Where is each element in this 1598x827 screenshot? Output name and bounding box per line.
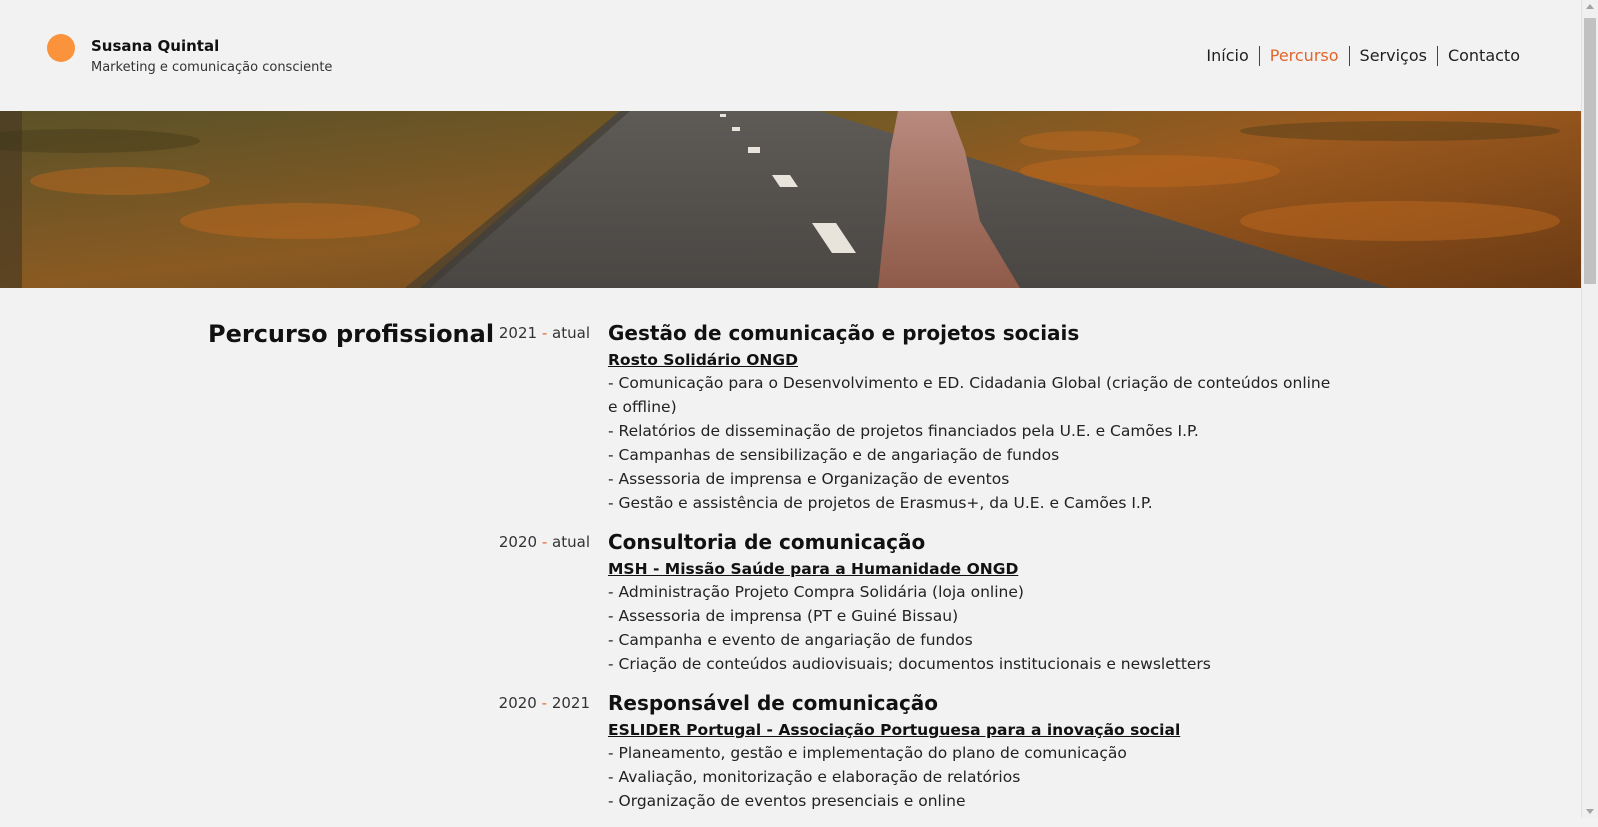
timeline-entry: 2021 - atual Gestão de comunicação e pro… [480, 320, 1340, 515]
duty-item: - Planeamento, gestão e implementação do… [608, 744, 1127, 762]
career-timeline: 2021 - atual Gestão de comunicação e pro… [480, 320, 1340, 827]
entry-period: 2021 - atual [480, 320, 608, 515]
duty-item: - Organização de eventos presenciais e o… [608, 792, 966, 810]
period-dash: - [541, 533, 553, 551]
entry-period: 2020 - 2021 [480, 690, 608, 813]
section-title: Percurso profissional [208, 320, 495, 348]
duty-item: - Gestão e assistência de projetos de Er… [608, 494, 1153, 512]
duty-list: - Planeamento, gestão e implementação do… [608, 741, 1340, 813]
nav-item-percurso[interactable]: Percurso [1260, 46, 1349, 66]
duty-list: - Administração Projeto Compra Solidária… [608, 580, 1340, 676]
period-dash: - [541, 324, 553, 342]
duty-item: - Relatórios de disseminação de projetos… [608, 422, 1199, 440]
organization-link[interactable]: ESLIDER Portugal - Associação Portuguesa… [608, 719, 1180, 741]
entry-body: Gestão de comunicação e projetos sociais… [608, 320, 1340, 515]
brand-tagline: Marketing e comunicação consciente [91, 60, 333, 75]
main-nav: Início Percurso Serviços Contacto [1196, 46, 1520, 66]
timeline-entry: 2020 - 2021 Responsável de comunicação E… [480, 690, 1340, 813]
duty-item: - Criação de conteúdos audiovisuais; doc… [608, 655, 1211, 673]
duty-list: - Comunicação para o Desenvolvimento e E… [608, 371, 1340, 515]
organization-link[interactable]: Rosto Solidário ONGD [608, 349, 798, 371]
hero-banner-image [0, 111, 1582, 288]
job-title: Consultoria de comunicação [608, 530, 926, 554]
period-start: 2020 [498, 694, 537, 712]
site-header: Susana Quintal Marketing e comunicação c… [0, 0, 1582, 112]
scroll-down-arrow-icon[interactable] [1586, 809, 1594, 814]
period-dash: - [541, 694, 552, 712]
road-landscape-image [0, 111, 1582, 288]
duty-item: - Assessoria de imprensa (PT e Guiné Bis… [608, 607, 959, 625]
duty-item: - Campanhas de sensibilização e de angar… [608, 446, 1060, 464]
duty-item: - Avaliação, monitorização e elaboração … [608, 768, 1021, 786]
scroll-up-arrow-icon[interactable] [1586, 4, 1594, 9]
job-title: Gestão de comunicação e projetos sociais [608, 321, 1080, 345]
scrollbar-thumb[interactable] [1584, 18, 1596, 284]
nav-item-servicos[interactable]: Serviços [1350, 46, 1437, 66]
timeline-entry: 2020 - atual Consultoria de comunicação … [480, 529, 1340, 676]
entry-period: 2020 - atual [480, 529, 608, 676]
duty-item: - Comunicação para o Desenvolvimento e E… [608, 374, 1331, 416]
period-start: 2021 [498, 324, 538, 342]
period-end: 2021 [551, 694, 590, 712]
duty-item: - Campanha e evento de angariação de fun… [608, 631, 973, 649]
logo-circle-icon[interactable] [47, 34, 75, 62]
duty-item: - Assessoria de imprensa e Organização d… [608, 470, 1010, 488]
nav-item-inicio[interactable]: Início [1196, 46, 1258, 66]
entry-body: Responsável de comunicação ESLIDER Portu… [608, 690, 1340, 813]
period-start: 2020 [498, 533, 538, 551]
vertical-scrollbar[interactable] [1581, 0, 1598, 818]
job-title: Responsável de comunicação [608, 691, 939, 715]
nav-item-contacto[interactable]: Contacto [1438, 46, 1520, 66]
period-end: atual [552, 324, 590, 342]
organization-link[interactable]: MSH - Missão Saúde para a Humanidade ONG… [608, 558, 1018, 580]
entry-body: Consultoria de comunicação MSH - Missão … [608, 529, 1340, 676]
period-end: atual [552, 533, 590, 551]
brand-name[interactable]: Susana Quintal [91, 37, 219, 55]
duty-item: - Administração Projeto Compra Solidária… [608, 583, 1024, 601]
